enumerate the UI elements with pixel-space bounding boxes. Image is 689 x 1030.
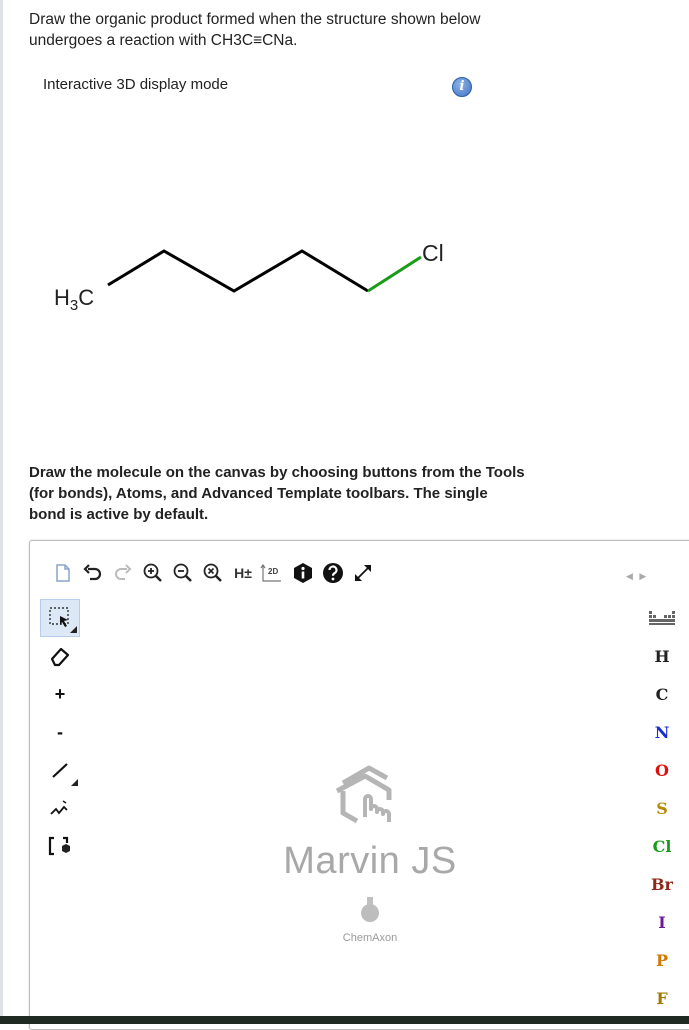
- increase-charge-button[interactable]: +: [40, 675, 80, 713]
- atom-h-button[interactable]: H: [642, 637, 682, 675]
- clean-2d-button[interactable]: 2D: [258, 559, 288, 587]
- new-document-icon[interactable]: [48, 559, 78, 587]
- zoom-in-icon[interactable]: [138, 559, 168, 587]
- eraser-icon[interactable]: [40, 637, 80, 675]
- fullscreen-icon[interactable]: [348, 559, 378, 587]
- hydrogens-toggle-button[interactable]: H±: [228, 559, 258, 587]
- drawing-instructions: Draw the molecule on the canvas by choos…: [29, 462, 629, 525]
- undo-icon[interactable]: [78, 559, 108, 587]
- question-line-2: undergoes a reaction with CH3C≡CNa.: [29, 32, 298, 49]
- atom-p-button[interactable]: P: [642, 941, 682, 979]
- page-left-border: [0, 0, 3, 1024]
- top-toolbar: H± 2D: [48, 559, 378, 587]
- atoms-toolbar: H C N O S Cl Br I P F: [642, 599, 682, 1017]
- toolbar-scroll-arrows[interactable]: ◀ ▶: [626, 571, 648, 582]
- info-icon[interactable]: i: [452, 77, 472, 97]
- display-mode-label: Interactive 3D display mode: [43, 76, 229, 93]
- about-info-icon[interactable]: [288, 559, 318, 587]
- c-cl-bond: [367, 255, 422, 293]
- carbon-chain-bonds: [107, 249, 369, 293]
- atom-o-button[interactable]: O: [642, 751, 682, 789]
- atom-cl-button[interactable]: Cl: [642, 827, 682, 865]
- zoom-out-icon[interactable]: [168, 559, 198, 587]
- redo-icon[interactable]: [108, 559, 138, 587]
- periodic-table-icon[interactable]: [642, 599, 682, 637]
- single-bond-tool-button[interactable]: [40, 751, 80, 789]
- atom-c-button[interactable]: C: [642, 675, 682, 713]
- selection-tool-button[interactable]: [40, 599, 80, 637]
- marvin-editor: H± 2D ◀ ▶ + - Marvin JS ChemAxon H C N O…: [29, 540, 689, 1030]
- zoom-reset-icon[interactable]: [198, 559, 228, 587]
- selection-submenu-corner: [70, 626, 77, 633]
- bottom-edge-strip: [0, 1016, 689, 1024]
- question-line-1: Draw the organic product formed when the…: [29, 11, 481, 28]
- marvin-logo-icon: [335, 765, 392, 824]
- instructions-line-1: Draw the molecule on the canvas by choos…: [29, 464, 525, 481]
- bond-submenu-corner: [71, 779, 78, 786]
- marvin-js-title: Marvin JS: [283, 840, 457, 882]
- atom-n-button[interactable]: N: [642, 713, 682, 751]
- template-bracket-icon[interactable]: [40, 827, 80, 865]
- atom-f-button[interactable]: F: [642, 979, 682, 1017]
- chemaxon-logo-icon: [361, 897, 379, 922]
- left-toolbar: + -: [40, 599, 86, 865]
- chemaxon-label: ChemAxon: [342, 932, 398, 944]
- help-icon[interactable]: [318, 559, 348, 587]
- h3c-label: H3C: [54, 285, 94, 314]
- instructions-line-3: bond is active by default.: [29, 506, 209, 523]
- drawing-canvas[interactable]: Marvin JS ChemAxon: [260, 761, 480, 944]
- atom-s-button[interactable]: S: [642, 789, 682, 827]
- svg-text:2D: 2D: [268, 567, 278, 576]
- reactant-structure: H3C Cl: [40, 225, 480, 315]
- question-text: Draw the organic product formed when the…: [29, 9, 589, 51]
- instructions-line-2: (for bonds), Atoms, and Advanced Templat…: [29, 485, 488, 502]
- atom-br-button[interactable]: Br: [642, 865, 682, 903]
- decrease-charge-button[interactable]: -: [40, 713, 80, 751]
- cl-label: Cl: [422, 240, 444, 266]
- chain-tool-icon[interactable]: [40, 789, 80, 827]
- atom-i-button[interactable]: I: [642, 903, 682, 941]
